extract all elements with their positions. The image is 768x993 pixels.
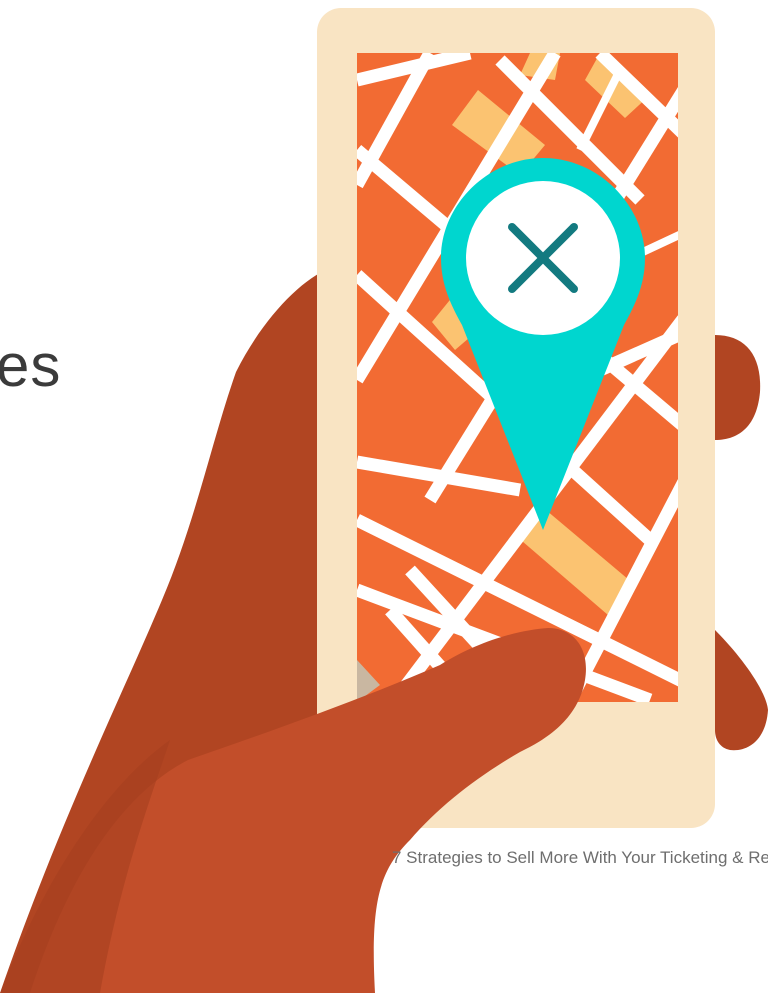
finger-bottom xyxy=(715,630,768,751)
page: es 7 Strategies to Sell More With Your T… xyxy=(0,0,768,993)
hand-phone-illustration xyxy=(0,8,768,993)
finger-top xyxy=(715,335,761,440)
document-footer: 7 Strategies to Sell More With Your Tick… xyxy=(392,848,768,867)
